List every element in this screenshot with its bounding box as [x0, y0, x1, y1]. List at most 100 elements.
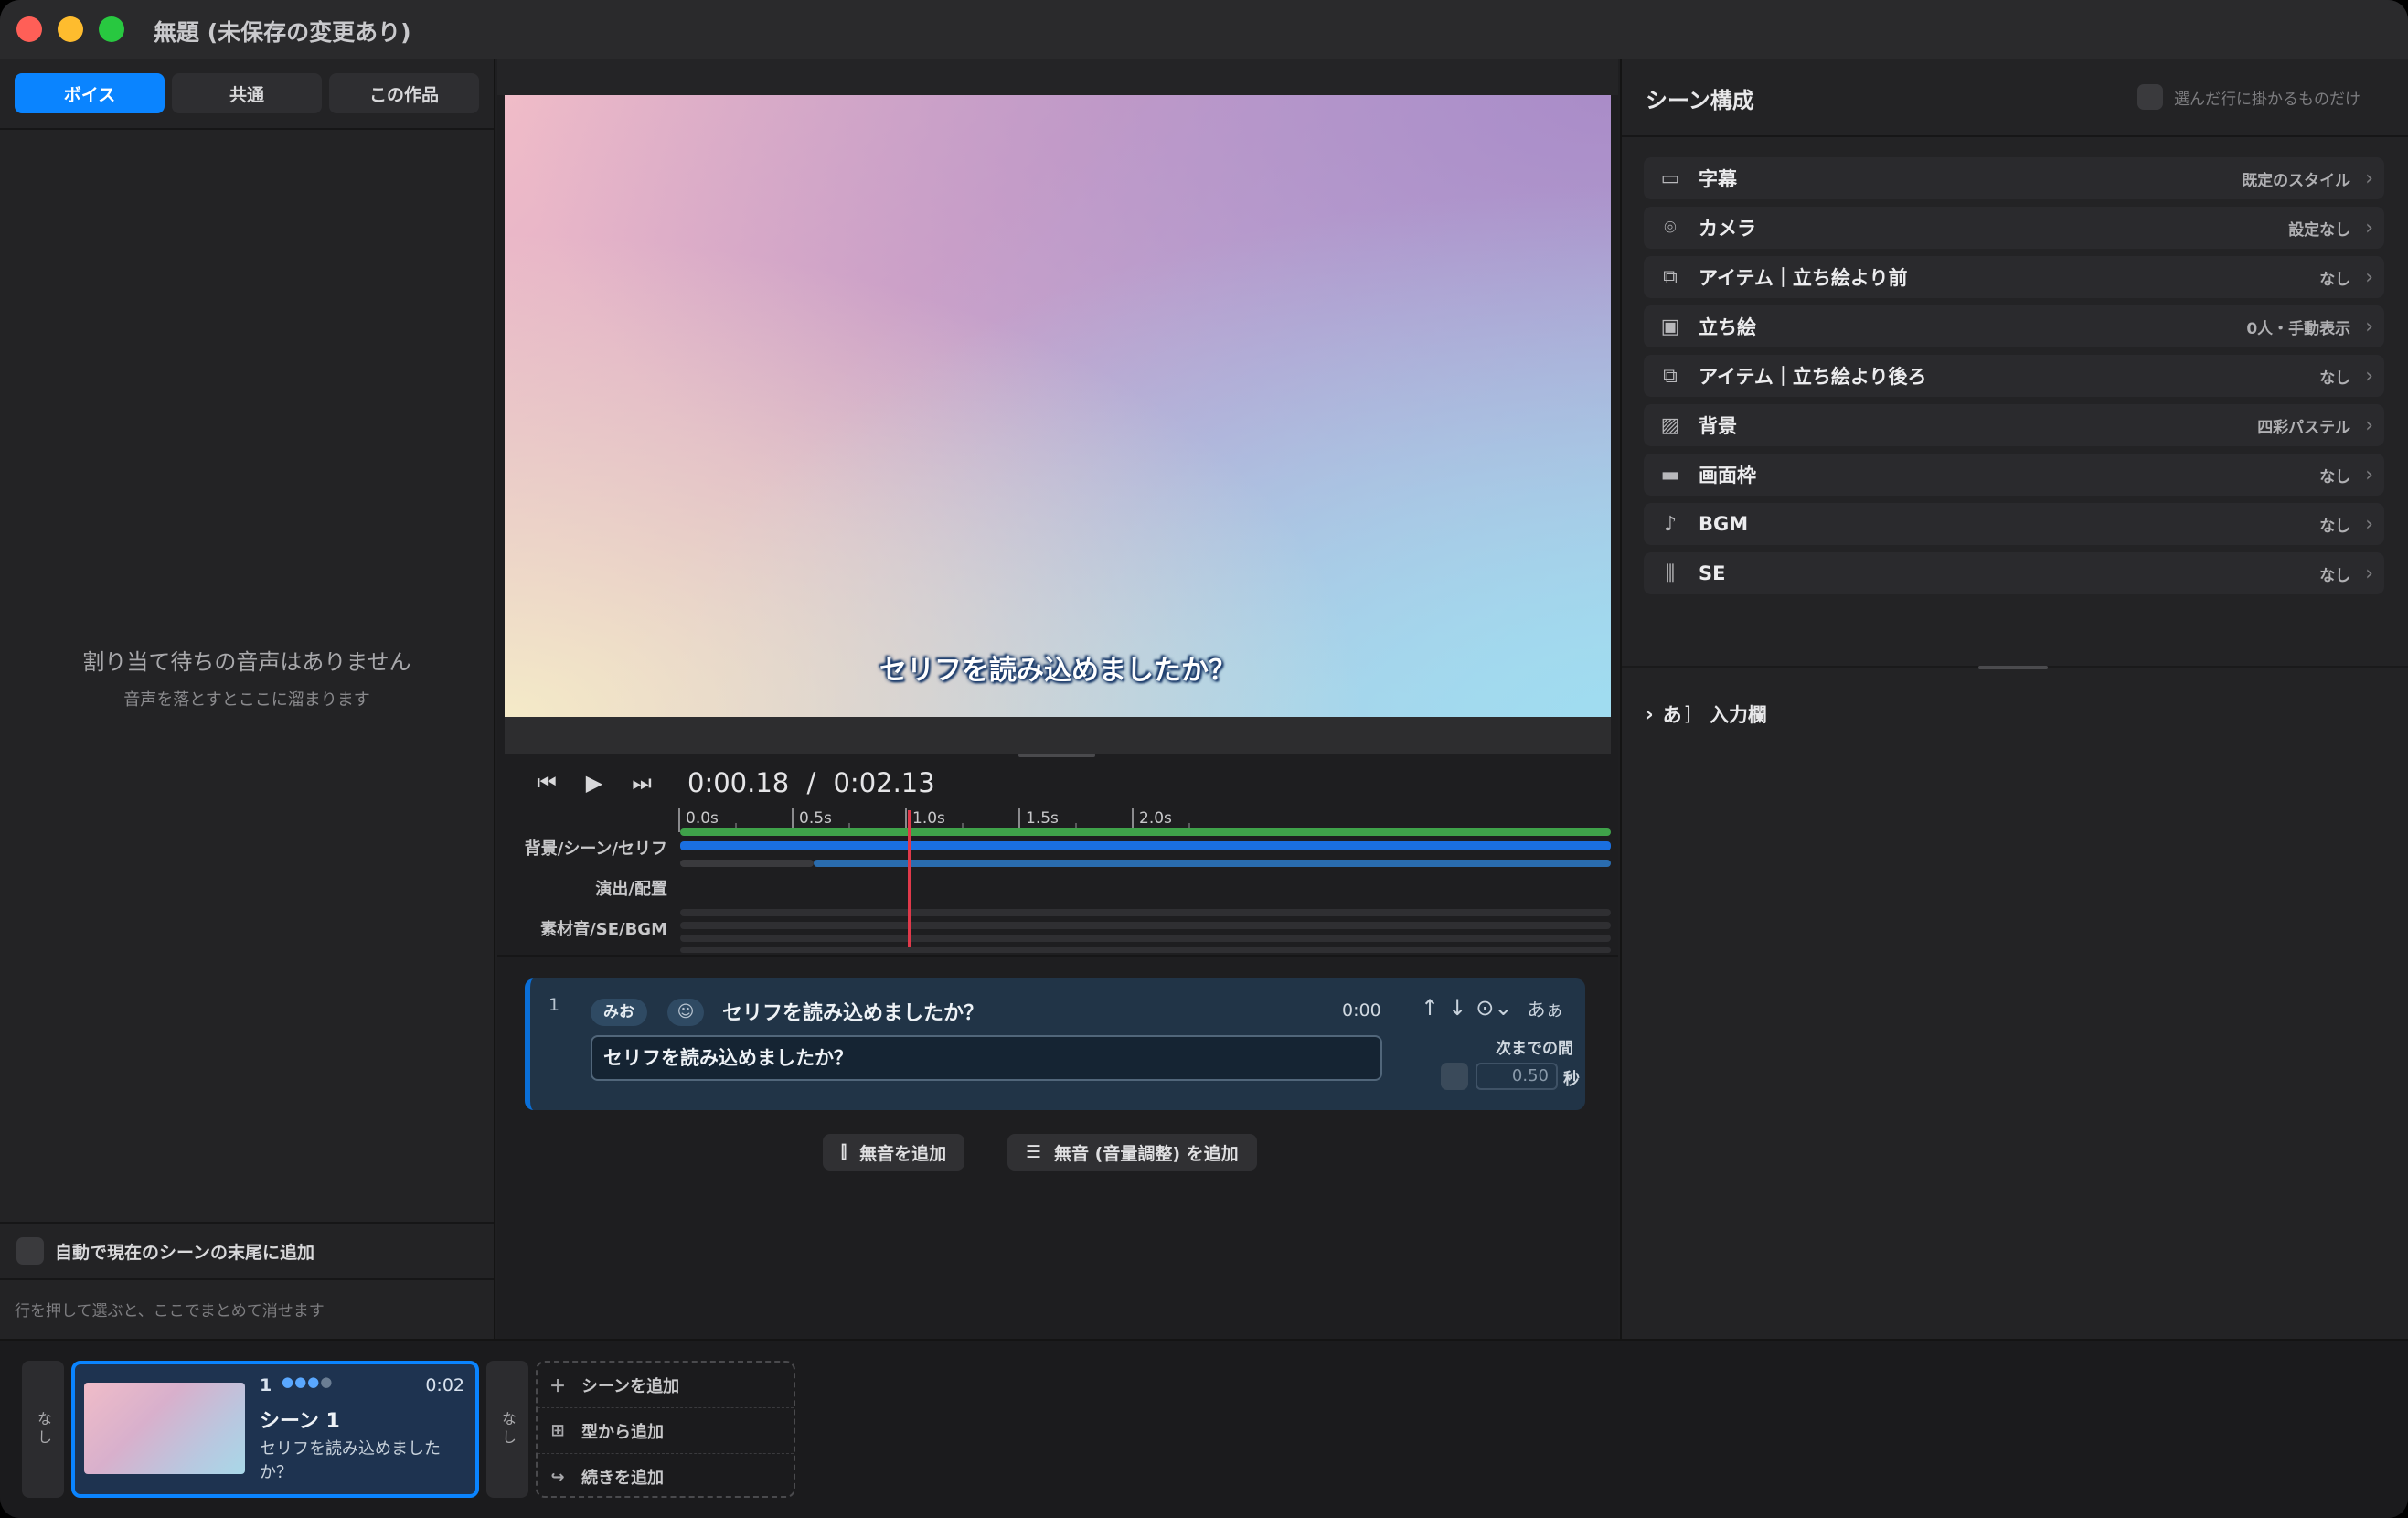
- line-time: 0:00: [1342, 1000, 1381, 1021]
- input-section-toggle[interactable]: › あ ] 入力欄: [1646, 700, 1767, 728]
- composition-row-portrait[interactable]: ▣ 立ち絵 0人・手動表示 ›: [1644, 305, 2384, 347]
- line-text-input[interactable]: セリフを読み込めましたか？: [591, 1035, 1382, 1081]
- row-label: 字幕: [1699, 168, 1737, 190]
- auto-add-option[interactable]: 自動で現在のシーンの末尾に追加: [0, 1222, 494, 1278]
- composition-row-bgm[interactable]: ♪ BGM なし ›: [1644, 503, 2384, 545]
- row-value: 四彩パステル: [2257, 418, 2351, 437]
- scene-number: 1: [260, 1375, 272, 1395]
- video-preview[interactable]: セリフを読み込めましたか？: [505, 95, 1611, 717]
- composition-row-frame[interactable]: ▬ 画面枠 なし ›: [1644, 454, 2384, 496]
- track-bar-sound-2: [680, 935, 1611, 942]
- skip-forward-icon[interactable]: ⏭: [629, 770, 655, 796]
- composition-list: ▭ 字幕 既定のスタイル › ⌾ カメラ 設定なし › ⧉ アイテム｜立ち絵より…: [1644, 157, 2384, 602]
- timecode: 0:00.18 / 0:02.13: [687, 767, 935, 798]
- row-label: 背景: [1699, 415, 1737, 437]
- move-down-icon[interactable]: ↓: [1448, 995, 1466, 1021]
- minimize-window-button[interactable]: [58, 16, 83, 42]
- playhead[interactable]: [908, 810, 911, 947]
- scene-description: セリフを読み込めましたか？: [260, 1439, 441, 1482]
- add-scene-button[interactable]: ＋ シーンを追加: [538, 1363, 794, 1408]
- music-note-icon: ♪: [1663, 512, 1678, 536]
- transition-before[interactable]: なし: [22, 1361, 64, 1498]
- tab-common[interactable]: 共通: [172, 73, 322, 113]
- track-label-background: 背景/シーン/セリフ: [524, 839, 667, 859]
- subtitle-icon: ▭: [1660, 166, 1680, 190]
- skip-back-icon[interactable]: ⏮: [534, 770, 559, 796]
- composition-row-item-back[interactable]: ⧉ アイテム｜立ち絵より後ろ なし ›: [1644, 355, 2384, 397]
- composition-row-item-front[interactable]: ⧉ アイテム｜立ち絵より前 なし ›: [1644, 256, 2384, 298]
- font-toggle[interactable]: あぁ: [1527, 995, 1563, 1021]
- window-title: 無題 (未保存の変更あり): [154, 19, 411, 46]
- preview-top-bar: [497, 59, 1618, 95]
- track-bar-scene[interactable]: [680, 841, 1611, 850]
- auto-add-checkbox[interactable]: [16, 1237, 44, 1265]
- more-options-icon[interactable]: ⊙⌄: [1476, 995, 1512, 1021]
- cursor-icon: ]: [1683, 703, 1691, 725]
- frame-icon: ▬: [1660, 463, 1680, 486]
- move-up-icon[interactable]: ↑: [1421, 995, 1439, 1021]
- add-from-template-button[interactable]: ⊞ 型から追加: [538, 1408, 794, 1454]
- row-value: なし: [2319, 467, 2351, 486]
- scene-card[interactable]: 1 ●●●● 0:02 シーン 1 セリフを読み込めましたか？: [71, 1361, 479, 1498]
- play-icon[interactable]: ▶: [581, 770, 607, 796]
- add-silence-volume-button[interactable]: ☰ 無音 (音量調整) を追加: [1007, 1134, 1257, 1171]
- empty-voice-message: 割り当て待ちの音声はありません 音声を落とすとここに溜まります: [0, 644, 494, 711]
- row-value: 設定なし: [2288, 220, 2351, 240]
- track-bar-background[interactable]: [680, 828, 1611, 836]
- time-separator: /: [806, 767, 816, 798]
- line-card[interactable]: 1 みお ☺ セリフを読み込めましたか？ 0:00 ↑ ↓ ⊙⌄ あぁ セリフを…: [525, 978, 1585, 1110]
- close-window-button[interactable]: [16, 16, 42, 42]
- composition-row-se[interactable]: ⫼ SE なし ›: [1644, 552, 2384, 594]
- chevron-right-icon: ›: [1646, 703, 1654, 725]
- gap-checkbox[interactable]: [1441, 1063, 1468, 1090]
- scene-strip: なし 1 ●●●● 0:02 シーン 1 セリフを読み込めましたか？ なし ＋ …: [0, 1339, 2408, 1518]
- transition-after[interactable]: なし: [486, 1361, 528, 1498]
- gap-input[interactable]: 0.50: [1476, 1063, 1558, 1090]
- scene-duration: 0:02: [425, 1375, 464, 1395]
- chevron-right-icon: ›: [2365, 512, 2373, 536]
- plus-icon: ＋: [549, 1376, 566, 1396]
- add-scene-menu: ＋ シーンを追加 ⊞ 型から追加 ↪ 続きを追加: [536, 1361, 795, 1498]
- add-scene-label: シーンを追加: [581, 1376, 680, 1396]
- scene-composition-panel: シーン構成 選んだ行に掛かるものだけ ▭ 字幕 既定のスタイル › ⌾ カメラ …: [1620, 59, 2408, 1339]
- face-icon[interactable]: ☺: [667, 999, 704, 1026]
- title-bar: 無題 (未保存の変更あり): [0, 0, 2408, 59]
- composition-row-subtitle[interactable]: ▭ 字幕 既定のスタイル ›: [1644, 157, 2384, 199]
- row-label: カメラ: [1699, 218, 1756, 240]
- composition-row-camera[interactable]: ⌾ カメラ 設定なし ›: [1644, 207, 2384, 249]
- camera-icon: ⌾: [1664, 216, 1677, 240]
- row-label: アイテム｜立ち絵より前: [1699, 267, 1908, 289]
- speaker-chip[interactable]: みお: [591, 999, 647, 1026]
- editor-center: セリフを読み込めましたか？ ⏮ ▶ ⏭ 0:00.18 / 0:02.13 0.…: [497, 59, 1618, 1339]
- track-bar-line[interactable]: [814, 860, 1611, 867]
- layers-front-icon: ⧉: [1663, 265, 1678, 289]
- add-continuation-button[interactable]: ↪ 続きを追加: [538, 1454, 794, 1500]
- row-value: なし: [2319, 369, 2351, 388]
- tab-voice[interactable]: ボイス: [15, 73, 165, 113]
- line-tools: ↑ ↓ ⊙⌄ あぁ: [1421, 995, 1563, 1021]
- chevron-right-icon: ›: [2365, 364, 2373, 388]
- auto-add-label: 自動で現在のシーンの末尾に追加: [55, 1242, 315, 1263]
- sliders-icon: ☰: [1026, 1142, 1042, 1162]
- empty-subtitle: 音声を落とすとここに溜まります: [123, 690, 370, 710]
- voice-panel: ボイス 共通 この作品 割り当て待ちの音声はありません 音声を落とすとここに溜ま…: [0, 59, 495, 1339]
- filter-checkbox[interactable]: [2137, 84, 2163, 110]
- grid-icon: ⊞: [550, 1421, 565, 1440]
- line-text: セリフを読み込めましたか？: [722, 1002, 985, 1025]
- scene-line-dots: ●●●●: [282, 1374, 334, 1390]
- resize-handle[interactable]: [1018, 754, 1095, 757]
- filter-option[interactable]: 選んだ行に掛かるものだけ: [2137, 84, 2360, 110]
- chevron-right-icon: ›: [2365, 166, 2373, 190]
- row-label: アイテム｜立ち絵より後ろ: [1699, 366, 1927, 388]
- input-section-label: 入力欄: [1709, 704, 1767, 726]
- window-controls: [16, 16, 124, 42]
- add-silence-button[interactable]: ⫿ 無音を追加: [823, 1134, 965, 1171]
- zoom-window-button[interactable]: [99, 16, 124, 42]
- composition-row-background[interactable]: ▨ 背景 四彩パステル ›: [1644, 404, 2384, 446]
- row-label: BGM: [1699, 513, 1749, 535]
- tab-this-work[interactable]: この作品: [329, 73, 479, 113]
- chevron-right-icon: ›: [2365, 315, 2373, 338]
- chevron-right-icon: ›: [2365, 561, 2373, 585]
- empty-title: 割り当て待ちの音声はありません: [82, 649, 411, 675]
- resize-handle[interactable]: [1978, 666, 2048, 669]
